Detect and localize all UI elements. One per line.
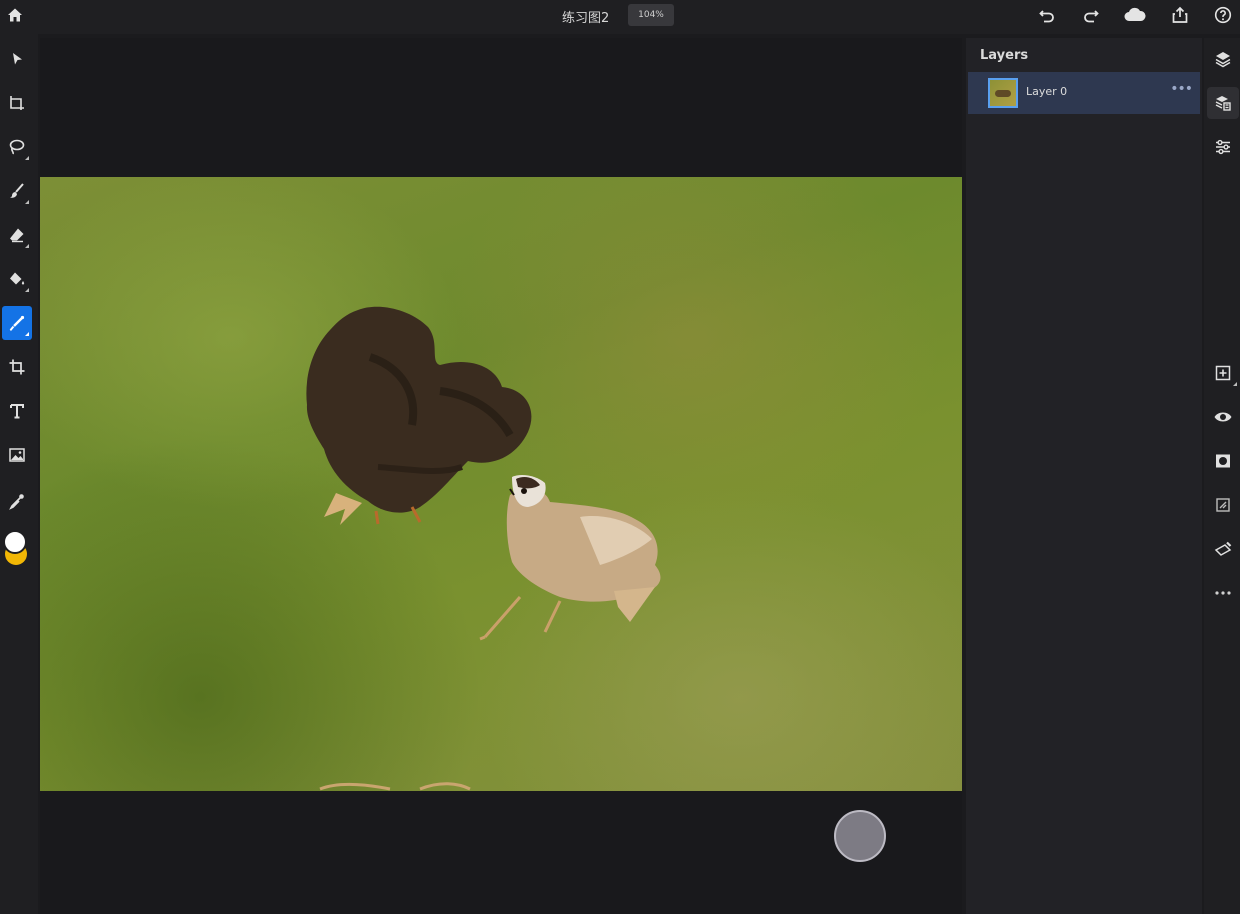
clipping-icon xyxy=(1216,498,1230,512)
touch-modifier-button[interactable] xyxy=(834,810,886,862)
layers-panel: Layers Layer 0 ••• xyxy=(966,38,1202,914)
crop-icon xyxy=(9,359,25,375)
undo-button[interactable] xyxy=(1032,0,1062,30)
help-button[interactable] xyxy=(1208,0,1238,30)
document-title: 练习图2 xyxy=(562,11,610,26)
lasso-icon xyxy=(9,139,25,155)
layer-row[interactable]: Layer 0 ••• xyxy=(968,72,1200,114)
adjustments-toggle[interactable] xyxy=(1207,131,1239,163)
adjustments-icon xyxy=(1216,139,1230,155)
help-icon xyxy=(1214,6,1232,24)
eraser-icon xyxy=(10,228,24,243)
layer-properties-icon xyxy=(1215,96,1231,111)
visibility-icon xyxy=(1214,412,1232,422)
sparrow-shape xyxy=(479,475,661,641)
home-button[interactable] xyxy=(0,0,30,30)
eyedropper-tool-button[interactable] xyxy=(2,484,32,518)
refine-brush-icon xyxy=(9,315,25,332)
erase-layer-icon xyxy=(1214,541,1232,556)
add-layer-button[interactable] xyxy=(1207,357,1239,389)
more-layer-options-button[interactable] xyxy=(1207,577,1239,609)
erase-layer-button[interactable] xyxy=(1207,533,1239,565)
select-arrow-icon xyxy=(13,53,22,65)
share-icon xyxy=(1172,6,1188,23)
eraser-tool-button[interactable] xyxy=(2,218,32,252)
add-layer-icon xyxy=(1215,365,1231,381)
select-tool-button[interactable] xyxy=(2,42,32,76)
foreground-color-swatch[interactable] xyxy=(3,530,27,554)
zoom-level-badge[interactable]: 104% xyxy=(628,4,674,26)
fill-tool-button[interactable] xyxy=(2,262,32,296)
brush-tool-button[interactable] xyxy=(2,174,32,208)
place-image-button[interactable] xyxy=(2,438,32,472)
transform-tool-button[interactable] xyxy=(2,86,32,120)
redo-button[interactable] xyxy=(1076,0,1106,30)
layer-mask-button[interactable] xyxy=(1207,445,1239,477)
color-swatches[interactable] xyxy=(2,528,32,572)
layer-properties-toggle[interactable] xyxy=(1207,87,1239,119)
layer-more-icon[interactable]: ••• xyxy=(1170,81,1193,97)
left-toolbar xyxy=(0,34,38,914)
more-icon xyxy=(1215,591,1231,595)
mask-icon xyxy=(1216,454,1230,468)
transform-icon xyxy=(10,96,24,110)
refine-brush-tool-button[interactable] xyxy=(2,306,32,340)
cloud-sync-button[interactable] xyxy=(1120,0,1150,30)
eyedropper-icon xyxy=(9,494,24,510)
canvas-artwork xyxy=(306,306,661,791)
document-canvas[interactable] xyxy=(40,177,962,791)
brush-icon xyxy=(10,183,24,198)
cloud-icon xyxy=(1124,7,1146,21)
layers-panel-toggle[interactable] xyxy=(1207,43,1239,75)
type-tool-button[interactable] xyxy=(2,394,32,428)
redo-icon xyxy=(1084,10,1099,23)
bottom-edge-artwork xyxy=(319,782,471,791)
crop-tool-button[interactable] xyxy=(2,350,32,384)
layer-visibility-button[interactable] xyxy=(1207,401,1239,433)
share-button[interactable] xyxy=(1165,0,1195,30)
undo-icon xyxy=(1039,10,1054,23)
place-image-icon xyxy=(9,448,25,462)
lasso-tool-button[interactable] xyxy=(2,130,32,164)
layers-icon xyxy=(1215,52,1231,68)
right-toolbar xyxy=(1204,38,1240,914)
type-tool-icon xyxy=(10,404,24,419)
layer-thumbnail[interactable] xyxy=(988,78,1018,108)
layer-name: Layer 0 xyxy=(1026,85,1068,98)
top-bar: 练习图2 104% xyxy=(0,0,1240,34)
dark-bird-shape xyxy=(306,306,532,525)
home-icon xyxy=(8,8,22,22)
layers-panel-title: Layers xyxy=(980,48,1029,63)
fill-icon xyxy=(10,272,25,285)
clipping-mask-button[interactable] xyxy=(1207,489,1239,521)
